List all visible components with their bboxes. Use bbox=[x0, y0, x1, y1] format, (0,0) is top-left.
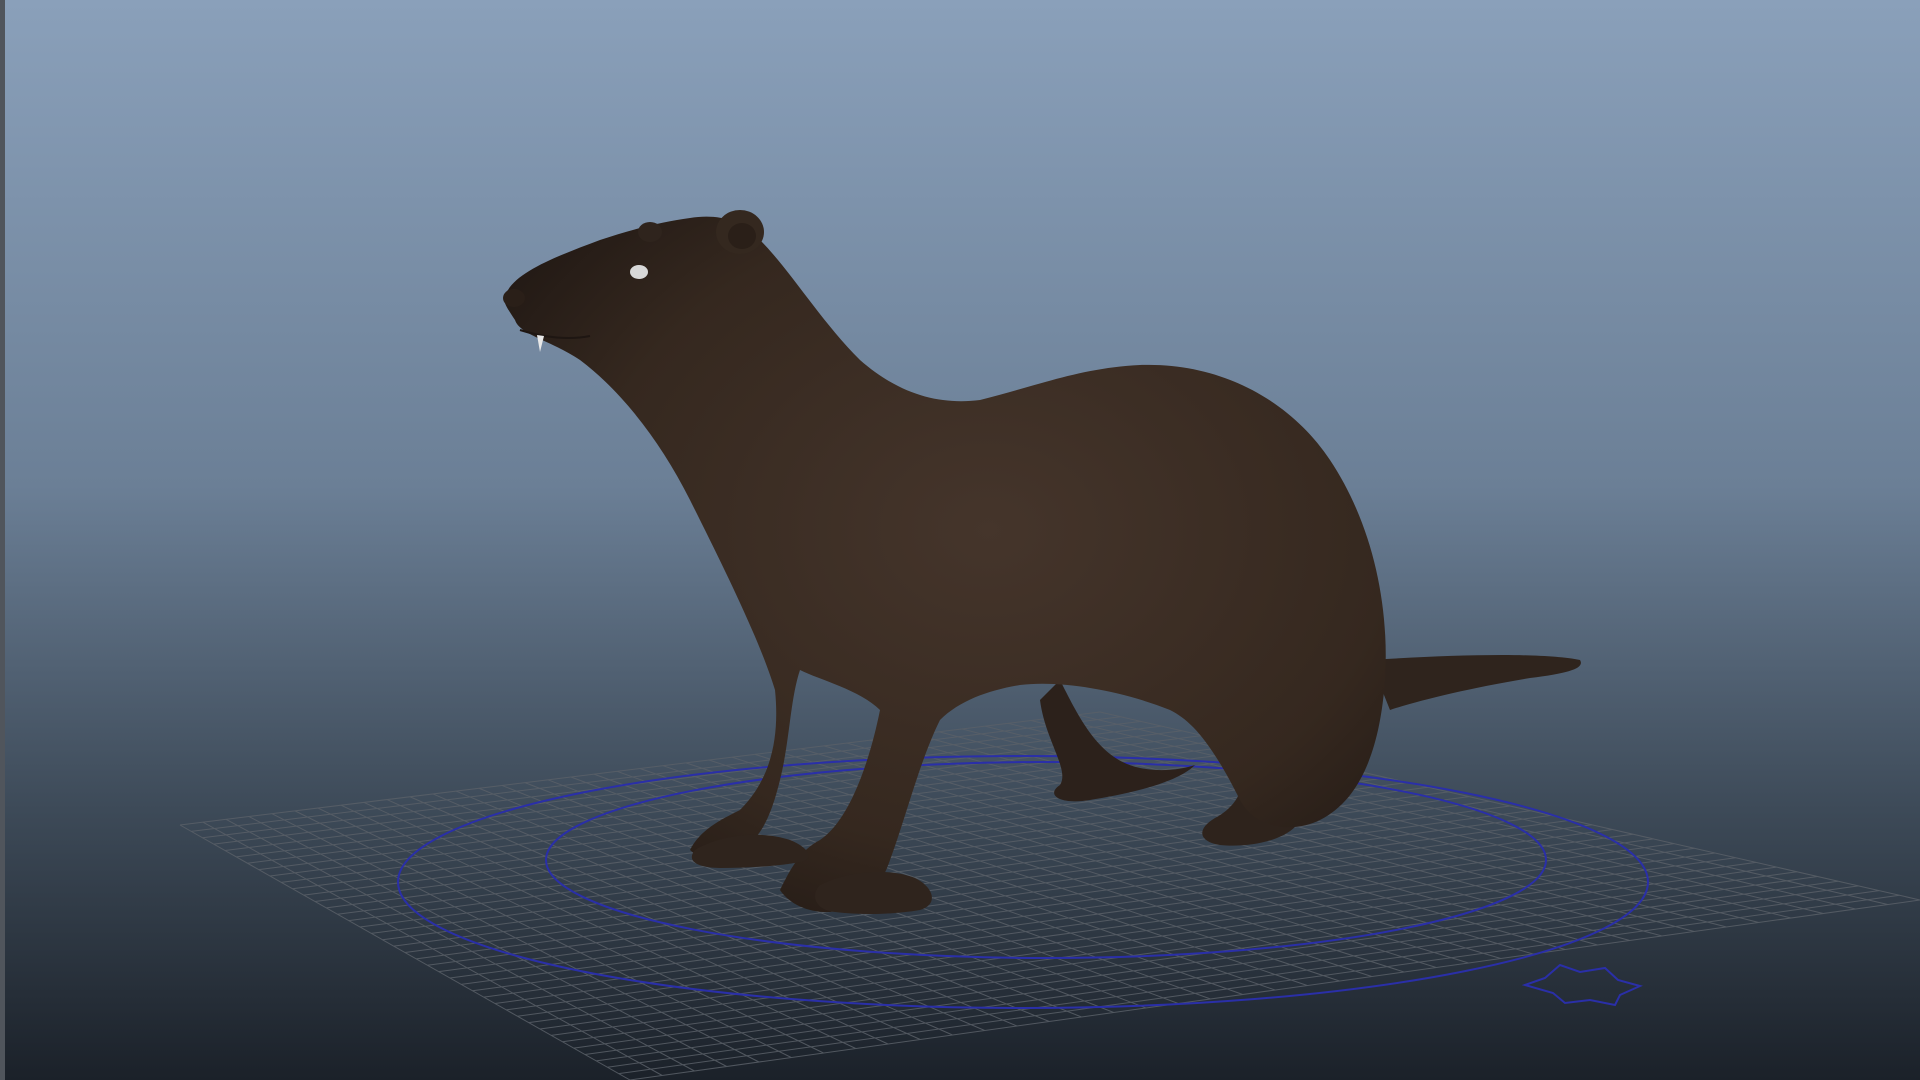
ferret-eye bbox=[630, 265, 648, 279]
viewport-left-border bbox=[0, 0, 5, 1080]
ferret-ear-back bbox=[638, 222, 662, 242]
ferret-nose bbox=[503, 289, 525, 307]
viewport-scene[interactable] bbox=[0, 0, 1920, 1080]
3d-viewport[interactable] bbox=[0, 0, 1920, 1080]
ferret-ear-inner bbox=[728, 223, 756, 249]
